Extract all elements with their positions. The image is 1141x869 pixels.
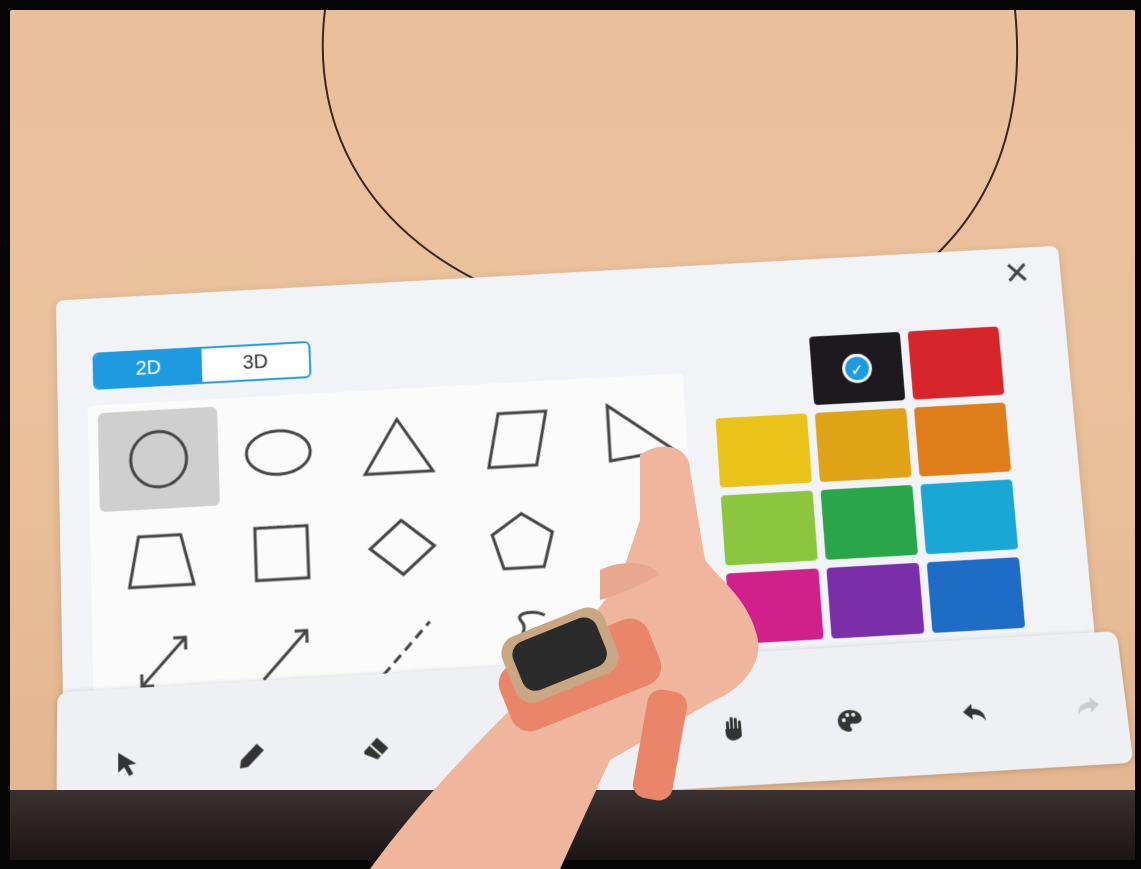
pen-icon bbox=[239, 743, 265, 769]
redo-icon bbox=[1076, 696, 1101, 716]
color-swatch[interactable] bbox=[726, 568, 824, 645]
rhombus-icon bbox=[359, 510, 446, 585]
shape-pentagon[interactable] bbox=[460, 487, 586, 594]
checkmark-icon: ✓ bbox=[841, 352, 874, 384]
color-swatch[interactable] bbox=[814, 407, 912, 483]
pentagon-icon bbox=[479, 503, 567, 578]
color-swatch[interactable] bbox=[913, 402, 1012, 477]
color-swatch[interactable] bbox=[826, 562, 925, 639]
right-triangle-icon bbox=[593, 396, 681, 470]
tab-3d[interactable]: 3D bbox=[201, 343, 309, 382]
shape-trapezoid[interactable] bbox=[100, 507, 223, 614]
circle-icon bbox=[116, 422, 202, 496]
monitor-bezel bbox=[10, 790, 1135, 860]
undo-icon bbox=[962, 703, 986, 723]
eraser-icon bbox=[363, 737, 389, 761]
color-swatch[interactable] bbox=[820, 484, 919, 560]
parallelogram-icon bbox=[474, 403, 561, 477]
color-swatch[interactable] bbox=[715, 413, 812, 488]
eraser-tool-button[interactable] bbox=[354, 726, 400, 772]
shape-square[interactable] bbox=[220, 501, 344, 608]
color-swatch[interactable] bbox=[720, 490, 818, 566]
close-icon[interactable]: ✕ bbox=[998, 255, 1036, 292]
color-swatch[interactable] bbox=[907, 326, 1005, 400]
trash-icon bbox=[489, 729, 510, 757]
color-swatch[interactable] bbox=[926, 557, 1026, 633]
trapezoid-icon bbox=[118, 523, 204, 598]
clear-tool-button[interactable] bbox=[477, 718, 523, 764]
dimension-tabs: 2D 3D bbox=[92, 340, 312, 390]
undo-button[interactable] bbox=[950, 691, 998, 737]
color-palette: ✓ bbox=[710, 326, 1033, 645]
pan-tool-button[interactable] bbox=[711, 705, 758, 751]
palette-icon bbox=[836, 709, 863, 733]
square-icon bbox=[239, 517, 326, 592]
color-swatch[interactable] bbox=[920, 479, 1019, 555]
shape-ellipse[interactable] bbox=[217, 400, 340, 505]
shape-triangle[interactable] bbox=[336, 393, 460, 498]
palette-tool-button[interactable] bbox=[826, 698, 874, 744]
shape-rhombus[interactable] bbox=[340, 494, 465, 601]
pen-tool-button[interactable] bbox=[229, 733, 274, 779]
tab-2d[interactable]: 2D bbox=[94, 348, 203, 388]
triangle-icon bbox=[355, 409, 442, 483]
shape-right-triangle[interactable] bbox=[574, 380, 699, 485]
color-swatch[interactable]: ✓ bbox=[809, 331, 906, 406]
shape-circle[interactable] bbox=[97, 406, 220, 513]
hand-icon bbox=[725, 717, 743, 741]
redo-button[interactable] bbox=[1064, 684, 1113, 730]
shape-parallelogram[interactable] bbox=[455, 387, 580, 492]
ellipse-icon bbox=[235, 416, 321, 490]
select-tool-button[interactable] bbox=[105, 740, 149, 786]
photo-stage: ✕ 2D 3D ✓ bbox=[0, 0, 1141, 869]
select-arrow-icon bbox=[118, 751, 137, 777]
